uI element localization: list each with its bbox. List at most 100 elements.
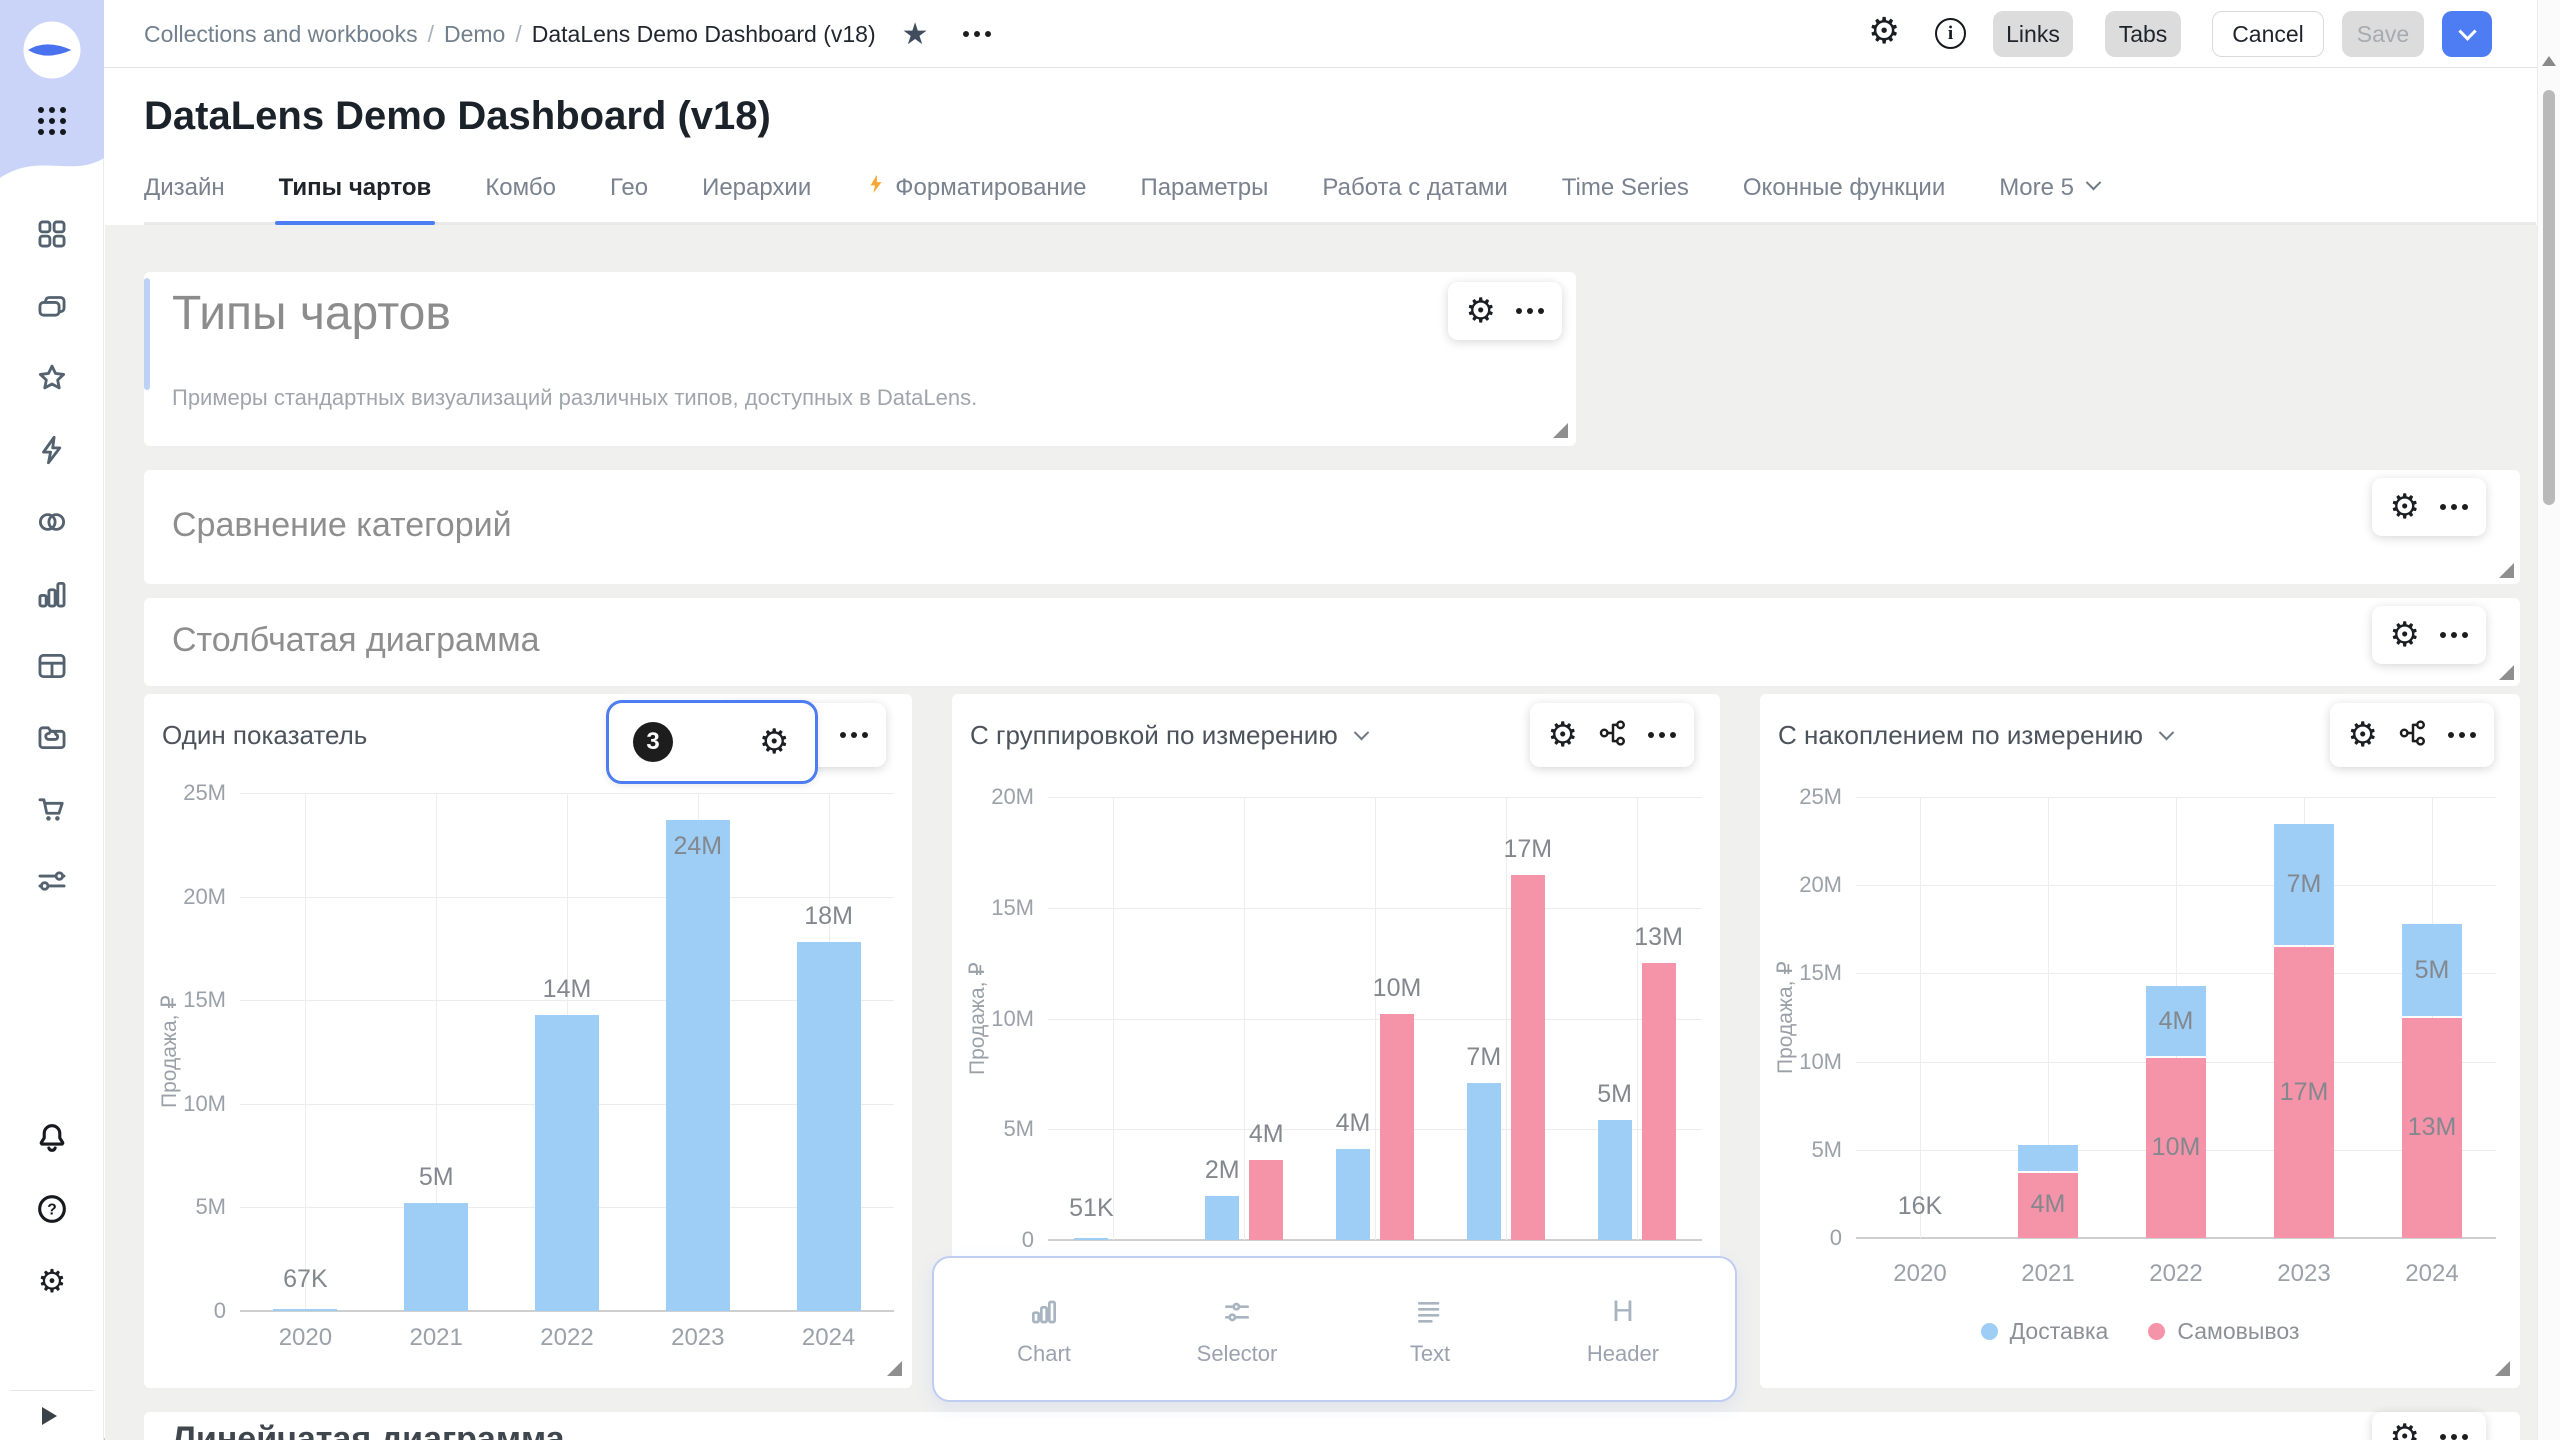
data-label: 10M (2131, 1133, 2221, 1162)
lightning-icon (865, 173, 887, 202)
more-actions-icon[interactable] (963, 31, 991, 37)
tab-гео[interactable]: Гео (610, 174, 648, 222)
header-widget-title: Типы чартов (172, 286, 451, 341)
tab-оконные-функции[interactable]: Оконные функции (1743, 174, 1945, 222)
chart-bar[interactable] (1074, 1238, 1108, 1240)
scroll-up-icon[interactable] (2542, 56, 2556, 66)
y-tick-label: 25M (1772, 784, 1842, 810)
tab-комбо[interactable]: Комбо (485, 174, 556, 222)
tab-форматирование[interactable]: Форматирование (865, 173, 1086, 222)
header-icon: H (1606, 1295, 1640, 1329)
chart-bar[interactable] (1205, 1196, 1239, 1240)
chart-bar[interactable] (1598, 1120, 1632, 1240)
resize-handle[interactable] (2499, 563, 2514, 578)
chart-bar[interactable] (2018, 1145, 2078, 1171)
chart-bar[interactable] (1642, 963, 1676, 1240)
widget-settings-icon[interactable]: ⚙ (2390, 490, 2420, 524)
breadcrumb-item[interactable]: Collections and workbooks (144, 21, 418, 48)
toolbar-item-text[interactable]: Text (1350, 1258, 1510, 1404)
relations-icon[interactable] (2398, 718, 2428, 753)
datalens-logo[interactable] (22, 20, 82, 80)
more-actions-icon[interactable] (2440, 632, 2468, 638)
tab-more-5[interactable]: More 5 (1999, 174, 2099, 222)
settings-gear-icon[interactable]: ⚙ (34, 1263, 70, 1299)
tab-работа-с-датами[interactable]: Работа с датами (1322, 174, 1507, 222)
toolbar-item-header[interactable]: HHeader (1543, 1258, 1703, 1404)
chart-bar[interactable] (1249, 1160, 1283, 1240)
editor-lightning-icon[interactable] (34, 432, 70, 468)
bell-icon[interactable] (34, 1119, 70, 1155)
widget-settings-icon[interactable]: ⚙ (2390, 1420, 2420, 1440)
widget-settings-icon[interactable]: ⚙ (2348, 718, 2378, 752)
sidebar-divider (10, 1390, 94, 1391)
more-actions-icon[interactable] (840, 732, 868, 738)
x-tick-label: 2021 (1998, 1260, 2098, 1288)
favorite-star-icon[interactable]: ★ (902, 17, 929, 52)
chevron-down-icon[interactable] (2159, 725, 2175, 741)
toolbar-item-chart[interactable]: Chart (964, 1258, 1124, 1404)
toolbar-item-selector[interactable]: Selector (1157, 1258, 1317, 1404)
tab-иерархии[interactable]: Иерархии (702, 174, 811, 222)
chart-bar[interactable] (1380, 1014, 1414, 1240)
resize-handle[interactable] (887, 1361, 902, 1376)
tab-label: Дизайн (144, 174, 225, 202)
app-grid-icon[interactable] (38, 107, 66, 135)
widget-settings-icon[interactable]: ⚙ (759, 725, 789, 759)
connections-icon[interactable] (34, 504, 70, 540)
more-actions-icon[interactable] (2440, 504, 2468, 510)
favorites-star-icon[interactable] (34, 360, 70, 396)
collections-icon[interactable] (34, 288, 70, 324)
more-actions-icon[interactable] (2448, 732, 2476, 738)
charts-icon[interactable] (34, 576, 70, 612)
resize-handle[interactable] (2495, 1361, 2510, 1376)
widget-settings-icon[interactable]: ⚙ (2390, 618, 2420, 652)
relations-icon[interactable] (1598, 718, 1628, 753)
chart-title: С накоплением по измерению (1778, 720, 2172, 751)
dashboards-icon[interactable] (34, 216, 70, 252)
tab-time-series[interactable]: Time Series (1562, 174, 1689, 222)
legend-item[interactable]: Доставка (1981, 1318, 2109, 1345)
tab-параметры[interactable]: Параметры (1140, 174, 1268, 222)
more-actions-icon[interactable] (2440, 1434, 2468, 1440)
widget-settings-icon[interactable]: ⚙ (1548, 718, 1578, 752)
chevron-down-icon[interactable] (1354, 725, 1370, 741)
save-button[interactable]: Save (2342, 11, 2424, 57)
scrollbar-thumb[interactable] (2543, 90, 2555, 505)
widget-settings-icon[interactable]: ⚙ (1466, 294, 1496, 328)
cancel-button[interactable]: Cancel (2212, 11, 2324, 57)
chart-bar[interactable] (404, 1203, 468, 1311)
scrollbar[interactable] (2537, 0, 2560, 1440)
save-dropdown-button[interactable] (2442, 11, 2492, 57)
tab-дизайн[interactable]: Дизайн (144, 174, 225, 222)
resize-handle[interactable] (1553, 423, 1568, 438)
links-button[interactable]: Links (1993, 11, 2073, 57)
resize-handle[interactable] (2499, 665, 2514, 680)
chart-bar[interactable] (797, 942, 861, 1311)
chart-bar[interactable] (273, 1309, 337, 1311)
more-actions-icon[interactable] (1516, 308, 1544, 314)
y-tick-label: 0 (964, 1227, 1034, 1253)
more-actions-icon[interactable] (1648, 732, 1676, 738)
legend-item[interactable]: Самовывоз (2148, 1318, 2299, 1345)
chart-bar[interactable] (1336, 1149, 1370, 1240)
chart-bar[interactable] (1467, 1083, 1501, 1240)
page-title: DataLens Demo Dashboard (v18) (144, 94, 771, 139)
marketplace-cart-icon[interactable] (34, 791, 70, 827)
breadcrumb-item[interactable]: Demo (444, 21, 505, 48)
tab-типы-чартов[interactable]: Типы чартов (279, 174, 432, 222)
files-folder-icon[interactable] (34, 719, 70, 755)
info-icon[interactable]: i (1935, 18, 1966, 49)
y-tick-label: 20M (156, 884, 226, 910)
chart-bar[interactable] (666, 820, 730, 1311)
tables-icon[interactable] (34, 648, 70, 684)
services-sliders-icon[interactable] (34, 863, 70, 899)
x-tick-label: 2024 (2382, 1260, 2482, 1288)
chart-bar[interactable] (1511, 875, 1545, 1241)
selection-overlay[interactable]: 3⚙ (606, 700, 818, 784)
tabs-button[interactable]: Tabs (2105, 11, 2181, 57)
help-icon[interactable]: ? (34, 1191, 70, 1227)
dashboard-settings-icon[interactable]: ⚙ (1868, 14, 1900, 50)
sidebar-expand-icon[interactable] (42, 1407, 57, 1425)
chart-bar[interactable] (535, 1015, 599, 1311)
data-label: 17M (1483, 835, 1573, 864)
